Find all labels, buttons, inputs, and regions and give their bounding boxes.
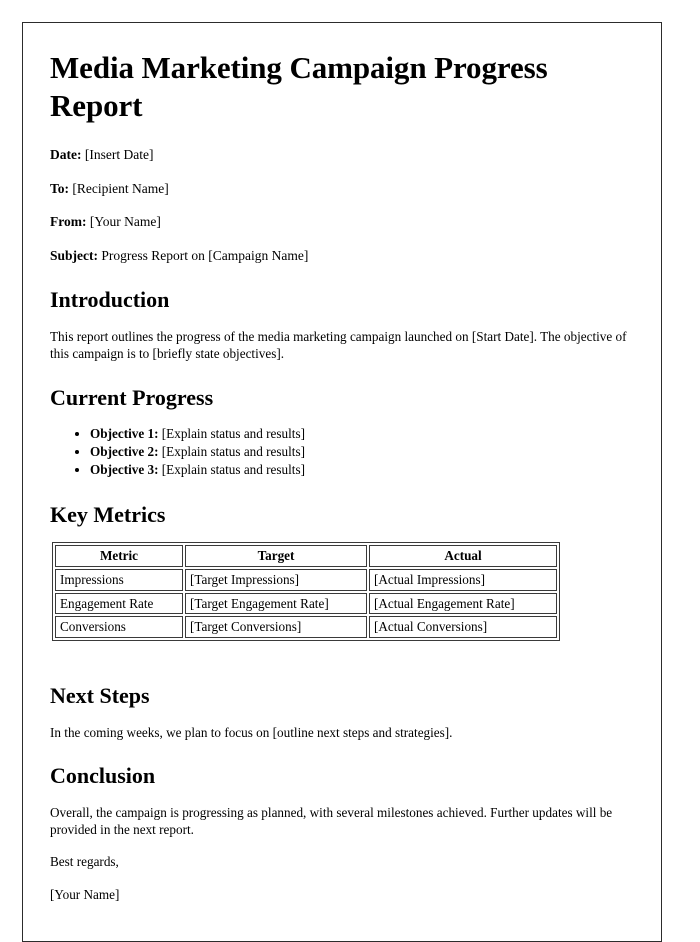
objective-text: [Explain status and results]: [161, 426, 305, 441]
signature-text: [Your Name]: [50, 887, 120, 903]
cell-metric: Impressions: [55, 568, 183, 591]
meta-date-label: Date:: [50, 146, 82, 162]
list-item: Objective 3: [Explain status and results…: [90, 461, 633, 479]
table-spacer: [50, 647, 633, 661]
section-heading-current-progress: Current Progress: [50, 384, 214, 410]
objective-label: Objective 2:: [90, 444, 159, 460]
table-row: Conversions [Target Conversions] [Actual…: [55, 616, 557, 639]
key-metrics-table: Metric Target Actual Impressions [Target…: [52, 542, 560, 642]
cell-actual: [Actual Conversions]: [369, 616, 557, 639]
meta-from-label: From:: [50, 214, 87, 230]
cell-target: [Target Impressions]: [185, 568, 367, 591]
section-heading-conclusion: Conclusion: [50, 763, 156, 789]
objective-text: [Explain status and results]: [161, 444, 305, 460]
meta-to-label: To:: [50, 180, 70, 196]
next-steps-paragraph: In the coming weeks, we plan to focus on…: [50, 724, 453, 740]
document-body: Media Marketing Campaign Progress Report…: [23, 23, 661, 904]
meta-date: Date: [Insert Date]: [50, 147, 633, 164]
section-heading-key-metrics: Key Metrics: [50, 501, 166, 527]
cell-actual: [Actual Impressions]: [369, 568, 557, 591]
meta-to-value: [Recipient Name]: [72, 180, 169, 196]
cell-metric: Conversions: [55, 616, 183, 639]
objective-label: Objective 1:: [90, 426, 159, 441]
cell-target: [Target Engagement Rate]: [185, 592, 367, 615]
table-row: Engagement Rate [Target Engagement Rate]…: [55, 592, 557, 615]
introduction-paragraph: This report outlines the progress of the…: [50, 328, 627, 362]
cell-target: [Target Conversions]: [185, 616, 367, 639]
cell-actual: [Actual Engagement Rate]: [369, 592, 557, 615]
table-head: Metric Target Actual: [55, 545, 557, 567]
meta-subject-value: Progress Report on [Campaign Name]: [101, 248, 309, 264]
table-header-row: Metric Target Actual: [55, 545, 557, 567]
meta-date-value: [Insert Date]: [84, 146, 154, 162]
objective-label: Objective 3:: [90, 462, 159, 478]
meta-from-value: [Your Name]: [89, 214, 161, 230]
list-item: Objective 2: [Explain status and results…: [90, 443, 633, 461]
section-heading-introduction: Introduction: [50, 287, 170, 313]
signoff-text: Best regards,: [50, 853, 119, 869]
column-header-metric: Metric: [55, 545, 183, 567]
meta-to: To: [Recipient Name]: [50, 181, 633, 198]
objective-text: [Explain status and results]: [161, 462, 305, 478]
column-header-target: Target: [185, 545, 367, 567]
meta-from: From: [Your Name]: [50, 214, 633, 231]
section-heading-next-steps: Next Steps: [50, 683, 150, 709]
document-page: Media Marketing Campaign Progress Report…: [22, 22, 662, 942]
list-item: Objective 1: [Explain status and results…: [90, 425, 633, 443]
objectives-list: Objective 1: [Explain status and results…: [50, 425, 633, 480]
meta-subject: Subject: Progress Report on [Campaign Na…: [50, 248, 633, 265]
table-body: Impressions [Target Impressions] [Actual…: [55, 568, 557, 639]
meta-subject-label: Subject:: [50, 248, 98, 264]
cell-metric: Engagement Rate: [55, 592, 183, 615]
conclusion-paragraph: Overall, the campaign is progressing as …: [50, 804, 613, 838]
table-row: Impressions [Target Impressions] [Actual…: [55, 568, 557, 591]
column-header-actual: Actual: [369, 545, 557, 567]
page-title: Media Marketing Campaign Progress Report: [50, 50, 548, 123]
